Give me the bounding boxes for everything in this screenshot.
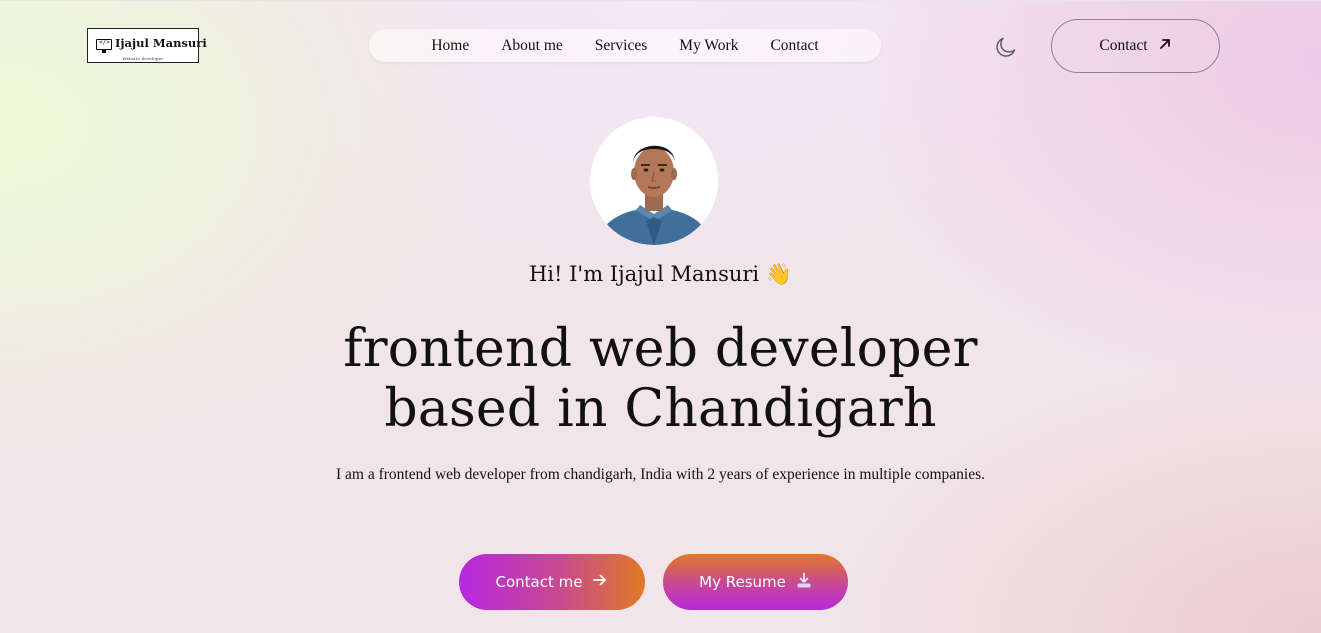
logo-name: Ijajul Mansuri bbox=[115, 36, 207, 50]
greeting-text: Hi! I'm Ijajul Mansuri bbox=[528, 262, 760, 286]
download-icon bbox=[796, 572, 812, 593]
waving-hand-icon: 👋 bbox=[765, 262, 792, 286]
nav-item-home[interactable]: Home bbox=[431, 37, 469, 55]
header-contact-button[interactable]: Contact bbox=[1051, 19, 1220, 73]
headline-line-1: frontend web developer bbox=[343, 319, 978, 379]
nav-item-services[interactable]: Services bbox=[595, 37, 648, 55]
nav-item-contact[interactable]: Contact bbox=[770, 37, 818, 55]
site-logo[interactable]: </> Ijajul Mansuri Website developer bbox=[87, 28, 207, 63]
main-nav: Home About me Services My Work Contact bbox=[369, 29, 881, 62]
arrow-right-icon bbox=[592, 572, 608, 592]
headline-line-2: based in Chandigarh bbox=[384, 379, 937, 439]
nav-item-my-work[interactable]: My Work bbox=[679, 37, 738, 55]
moon-icon[interactable] bbox=[994, 33, 1020, 59]
arrow-up-right-icon bbox=[1158, 37, 1172, 56]
hero-greeting: Hi! I'm Ijajul Mansuri 👋 bbox=[0, 262, 1321, 287]
nav-item-about[interactable]: About me bbox=[501, 37, 563, 55]
contact-me-button[interactable]: Contact me bbox=[459, 554, 645, 610]
monitor-icon: </> bbox=[96, 39, 112, 53]
hero-description: I am a frontend web developer from chand… bbox=[335, 466, 986, 483]
contact-me-label: Contact me bbox=[495, 573, 583, 591]
logo-subtitle: Website developer bbox=[122, 56, 164, 61]
profile-photo bbox=[590, 117, 718, 245]
hero-headline: frontend web developer based in Chandiga… bbox=[0, 319, 1321, 439]
my-resume-label: My Resume bbox=[699, 573, 786, 591]
my-resume-button[interactable]: My Resume bbox=[663, 554, 848, 610]
header-contact-label: Contact bbox=[1099, 37, 1148, 54]
